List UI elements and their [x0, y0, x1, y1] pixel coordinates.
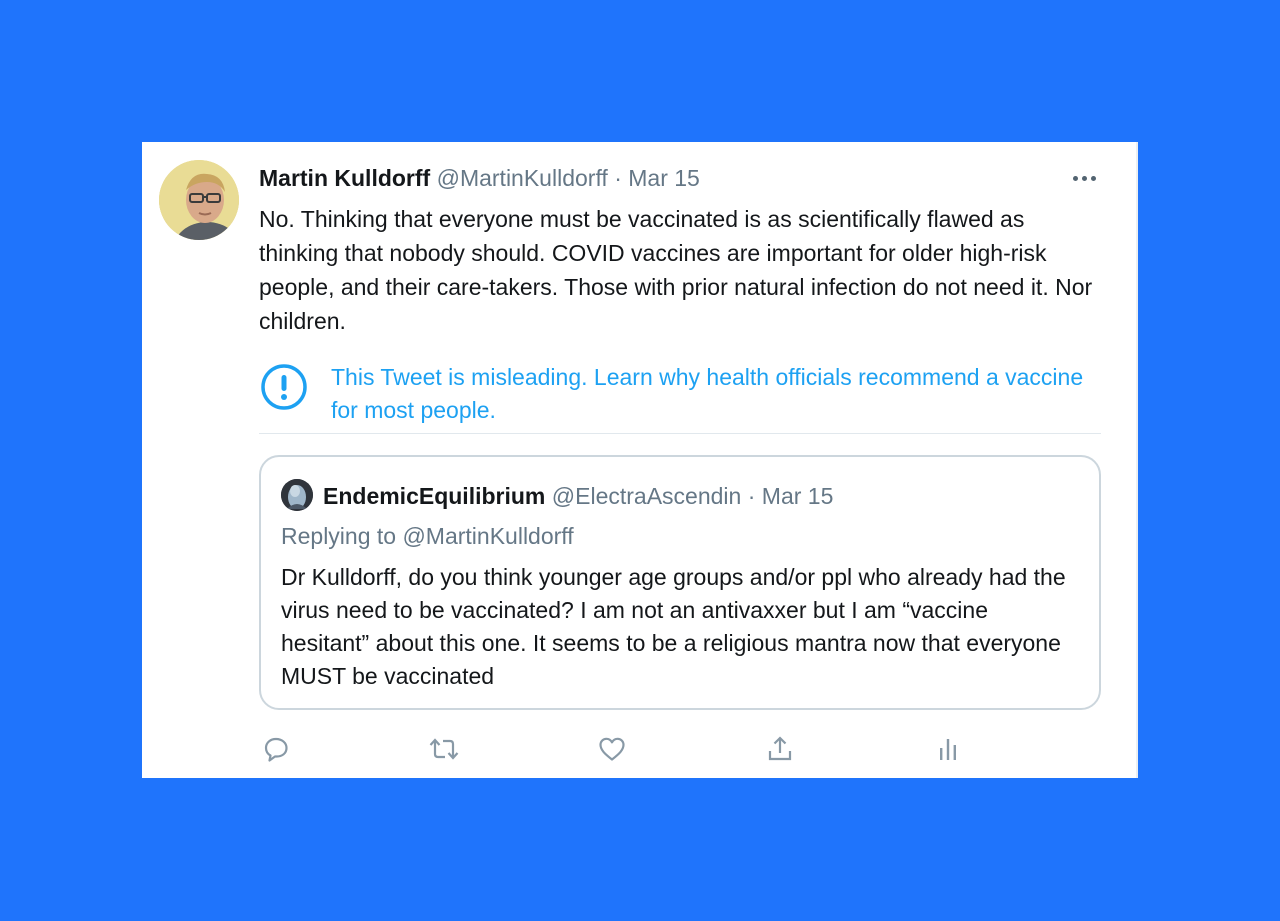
author-name[interactable]: Martin Kulldorff	[259, 165, 430, 191]
action-bar	[259, 732, 1101, 766]
heart-icon[interactable]	[595, 732, 629, 766]
author-avatar[interactable]	[159, 160, 239, 240]
quoted-tweet[interactable]: EndemicEquilibrium @ElectraAscendin · Ma…	[259, 455, 1101, 710]
tweet-text: No. Thinking that everyone must be vacci…	[259, 206, 1093, 334]
misleading-notice-link[interactable]: This Tweet is misleading. Learn why heal…	[331, 361, 1091, 427]
analytics-icon[interactable]	[931, 732, 965, 766]
quoted-author-handle[interactable]: @ElectraAscendin	[552, 483, 742, 509]
quoted-text: Dr Kulldorff, do you think younger age g…	[281, 564, 1066, 689]
quoted-author-name[interactable]: EndemicEquilibrium	[323, 483, 545, 509]
quoted-meta-separator: ·	[747, 483, 756, 509]
retweet-icon[interactable]	[427, 732, 461, 766]
more-icon[interactable]	[1064, 164, 1104, 192]
tweet-card: Martin Kulldorff @MartinKulldorff · Mar …	[142, 142, 1138, 778]
tweet-date[interactable]: Mar 15	[628, 165, 700, 191]
quoted-date[interactable]: Mar 15	[762, 483, 834, 509]
meta-separator: ·	[614, 165, 622, 191]
quoted-author-avatar[interactable]	[281, 479, 313, 511]
divider	[259, 433, 1101, 434]
tweet-header: Martin Kulldorff @MartinKulldorff · Mar …	[259, 164, 700, 192]
author-handle[interactable]: @MartinKulldorff	[437, 165, 608, 191]
share-icon[interactable]	[763, 732, 797, 766]
reply-icon[interactable]	[259, 732, 293, 766]
quoted-header: EndemicEquilibrium @ElectraAscendin · Ma…	[323, 481, 833, 511]
exclamation-circle-icon	[259, 362, 309, 412]
quoted-replying-to[interactable]: Replying to @MartinKulldorff	[281, 521, 574, 551]
